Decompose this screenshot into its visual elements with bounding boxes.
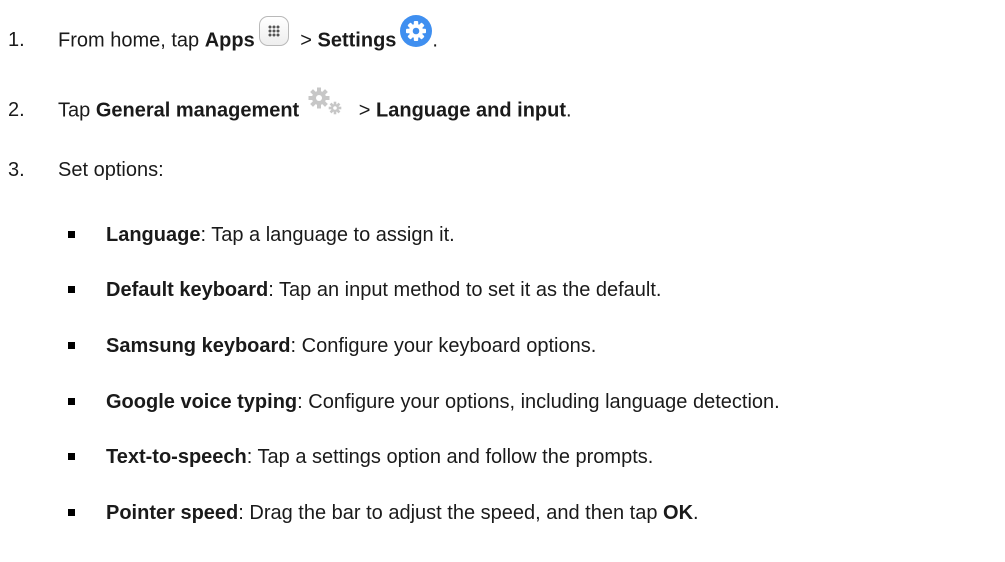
option-desc: : Tap a language to assign it. xyxy=(200,224,455,246)
option-term: Google voice typing xyxy=(106,391,298,413)
step-prefix: From home, tap xyxy=(58,29,205,52)
option-desc: : Configure your keyboard options. xyxy=(290,335,597,357)
option-text: Pointer speed: Drag the bar to adjust th… xyxy=(106,498,699,528)
step-prefix: Tap xyxy=(58,99,96,122)
option-desc: : Drag the bar to adjust the speed, and … xyxy=(238,502,664,524)
option-desc: : Configure your options, including lang… xyxy=(297,391,780,413)
option-term: Pointer speed xyxy=(106,502,239,524)
apps-grid-icon xyxy=(258,16,289,46)
bullet-icon xyxy=(68,342,75,349)
language-and-input-label: Language and input xyxy=(376,99,567,122)
step-number: 1. xyxy=(8,29,25,51)
bullet-icon xyxy=(68,509,75,516)
option-text: Text-to-speech: Tap a settings option an… xyxy=(106,442,653,472)
step-text: From home, tap Apps > Settings . xyxy=(58,15,438,57)
option-term: Language xyxy=(106,224,201,246)
option-term: Samsung keyboard xyxy=(106,335,291,357)
general-management-gears-icon xyxy=(305,85,345,117)
bullet-icon xyxy=(68,231,75,238)
settings-label: Settings xyxy=(317,29,397,52)
option-text: Google voice typing: Configure your opti… xyxy=(106,387,780,417)
step-text: Tap General management > Language and in… xyxy=(58,87,572,127)
step-number: 3. xyxy=(8,159,25,181)
option-desc: : Tap a settings option and follow the p… xyxy=(246,446,654,468)
apps-label: Apps xyxy=(204,29,255,52)
option-text: Default keyboard: Tap an input method to… xyxy=(106,275,662,305)
bullet-icon xyxy=(68,398,75,405)
step-number: 2. xyxy=(8,99,25,121)
separator: > xyxy=(294,29,318,52)
bullet-icon xyxy=(68,286,75,293)
general-management-label: General management xyxy=(95,99,300,122)
bullet-icon xyxy=(68,453,75,460)
step-text: Set options: xyxy=(58,159,164,181)
separator: > xyxy=(353,99,377,122)
ok-label: OK xyxy=(663,502,694,524)
option-text: Samsung keyboard: Configure your keyboar… xyxy=(106,331,596,361)
option-text: Language: Tap a language to assign it. xyxy=(106,220,455,250)
option-end: . xyxy=(693,502,699,524)
option-desc: : Tap an input method to set it as the d… xyxy=(268,279,662,301)
step-suffix: . xyxy=(566,99,572,122)
settings-gear-icon xyxy=(400,15,433,47)
option-term: Default keyboard xyxy=(106,279,269,301)
option-term: Text-to-speech xyxy=(106,446,247,468)
step-suffix: . xyxy=(432,29,438,52)
